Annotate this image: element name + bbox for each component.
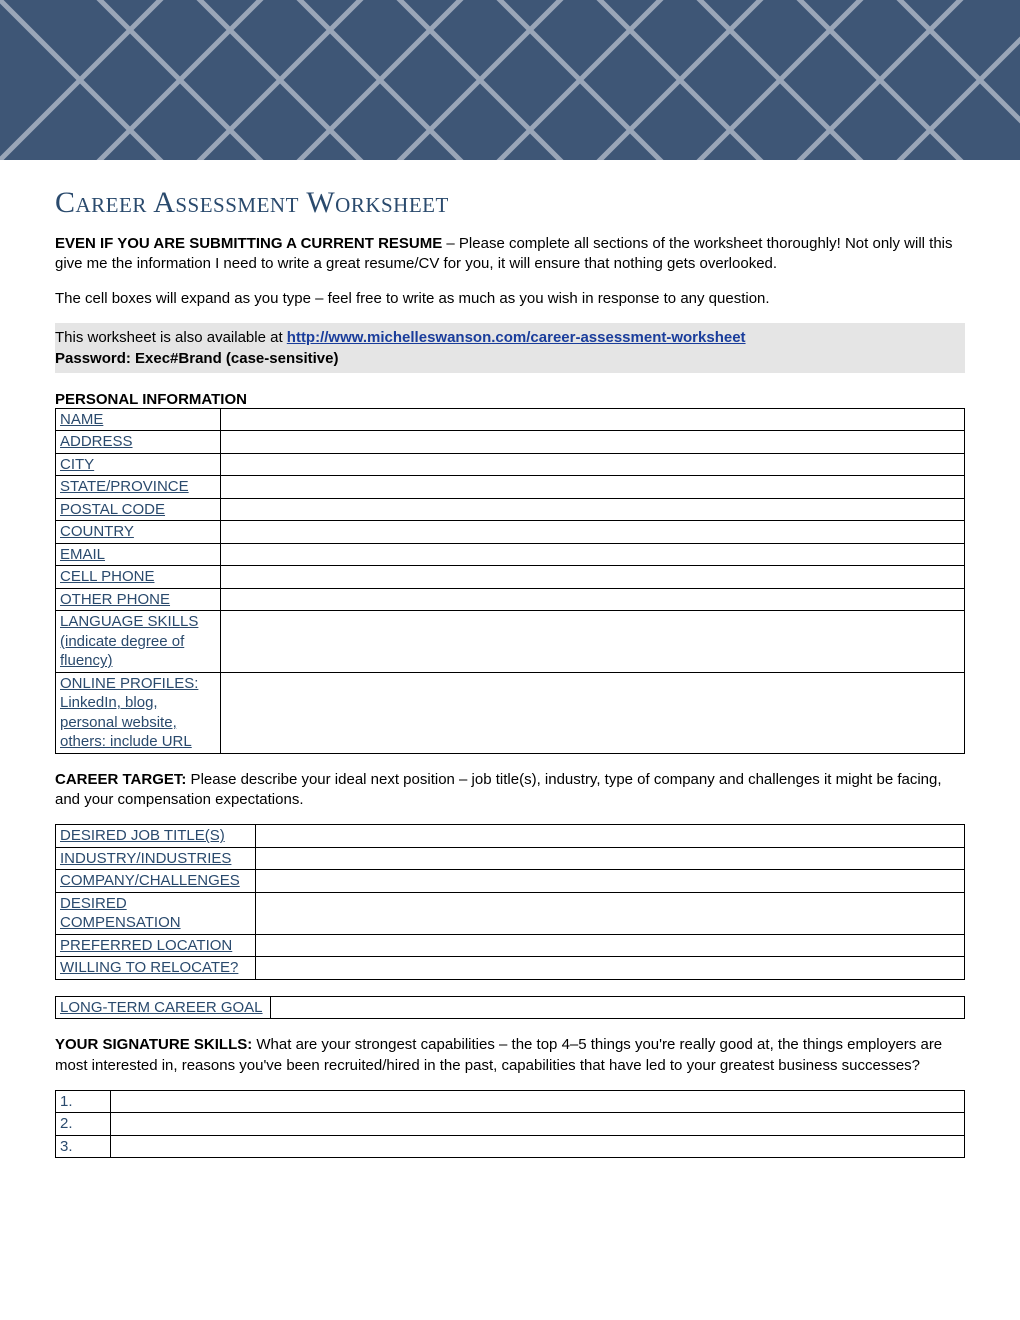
field-label: CITY [56,453,221,476]
career-target-label: CAREER TARGET: [55,771,186,788]
field-input[interactable] [221,611,965,673]
password-label: Password: Exec#Brand (case-sensitive) [55,350,338,367]
field-label: PREFERRED LOCATION [56,934,256,957]
field-label: LANGUAGE SKILLS (indicate degree of flue… [56,611,221,673]
table-row: COUNTRY [56,521,965,544]
header-pattern [0,0,1020,160]
worksheet-link[interactable]: http://www.michelleswanson.com/career-as… [287,329,746,346]
field-input[interactable] [111,1090,965,1113]
personal-heading: PERSONAL INFORMATION [55,391,965,408]
personal-table: NAME ADDRESS CITY STATE/PROVINCE POSTAL … [55,408,965,754]
field-input[interactable] [221,672,965,753]
field-input[interactable] [256,847,965,870]
row-number: 2. [56,1113,111,1136]
field-input[interactable] [221,431,965,454]
field-label: POSTAL CODE [56,498,221,521]
career-table: DESIRED JOB TITLE(S) INDUSTRY/INDUSTRIES… [55,824,965,980]
link-band: This worksheet is also available at http… [55,323,965,373]
field-label: NAME [56,408,221,431]
field-label: LONG-TERM CAREER GOAL [56,996,271,1019]
field-input[interactable] [221,453,965,476]
signature-para: YOUR SIGNATURE SKILLS: What are your str… [55,1035,965,1076]
table-row: PREFERRED LOCATION [56,934,965,957]
field-input[interactable] [111,1113,965,1136]
field-label: STATE/PROVINCE [56,476,221,499]
field-label: CELL PHONE [56,566,221,589]
table-row: COMPANY/CHALLENGES [56,870,965,893]
table-row: DESIRED JOB TITLE(S) [56,825,965,848]
intro-paragraph: EVEN IF YOU ARE SUBMITTING A CURRENT RES… [55,234,965,275]
field-input[interactable] [221,476,965,499]
table-row: INDUSTRY/INDUSTRIES [56,847,965,870]
table-row: LANGUAGE SKILLS (indicate degree of flue… [56,611,965,673]
table-row: STATE/PROVINCE [56,476,965,499]
signature-label: YOUR SIGNATURE SKILLS: [55,1036,252,1053]
table-row: DESIRED COMPENSATION [56,892,965,934]
link-intro: This worksheet is also available at [55,329,287,346]
table-row: 1. [56,1090,965,1113]
field-input[interactable] [256,825,965,848]
table-row: CELL PHONE [56,566,965,589]
field-label: ONLINE PROFILES: LinkedIn, blog, persona… [56,672,221,753]
field-label: WILLING TO RELOCATE? [56,957,256,980]
field-label: OTHER PHONE [56,588,221,611]
field-input[interactable] [256,934,965,957]
field-input[interactable] [271,996,965,1019]
row-number: 1. [56,1090,111,1113]
table-row: EMAIL [56,543,965,566]
field-label: EMAIL [56,543,221,566]
expand-note: The cell boxes will expand as you type –… [55,289,965,309]
field-label: COUNTRY [56,521,221,544]
field-input[interactable] [221,543,965,566]
table-row: CITY [56,453,965,476]
page-title: Career Assessment Worksheet [55,186,965,220]
field-input[interactable] [221,408,965,431]
field-label: COMPANY/CHALLENGES [56,870,256,893]
field-input[interactable] [256,892,965,934]
table-row: ADDRESS [56,431,965,454]
signature-table: 1. 2. 3. [55,1090,965,1159]
table-row: ONLINE PROFILES: LinkedIn, blog, persona… [56,672,965,753]
field-label: INDUSTRY/INDUSTRIES [56,847,256,870]
field-input[interactable] [221,566,965,589]
table-row: 3. [56,1135,965,1158]
longterm-table: LONG-TERM CAREER GOAL [55,996,965,1020]
table-row: LONG-TERM CAREER GOAL [56,996,965,1019]
field-label: DESIRED JOB TITLE(S) [56,825,256,848]
field-input[interactable] [221,588,965,611]
field-input[interactable] [221,498,965,521]
table-row: OTHER PHONE [56,588,965,611]
intro-lead: EVEN IF YOU ARE SUBMITTING A CURRENT RES… [55,235,442,252]
field-input[interactable] [256,957,965,980]
table-row: WILLING TO RELOCATE? [56,957,965,980]
career-target-text: Please describe your ideal next position… [55,771,942,808]
row-number: 3. [56,1135,111,1158]
field-label: DESIRED COMPENSATION [56,892,256,934]
field-label: ADDRESS [56,431,221,454]
field-input[interactable] [256,870,965,893]
career-target-para: CAREER TARGET: Please describe your idea… [55,770,965,811]
field-input[interactable] [221,521,965,544]
table-row: 2. [56,1113,965,1136]
table-row: POSTAL CODE [56,498,965,521]
field-input[interactable] [111,1135,965,1158]
table-row: NAME [56,408,965,431]
